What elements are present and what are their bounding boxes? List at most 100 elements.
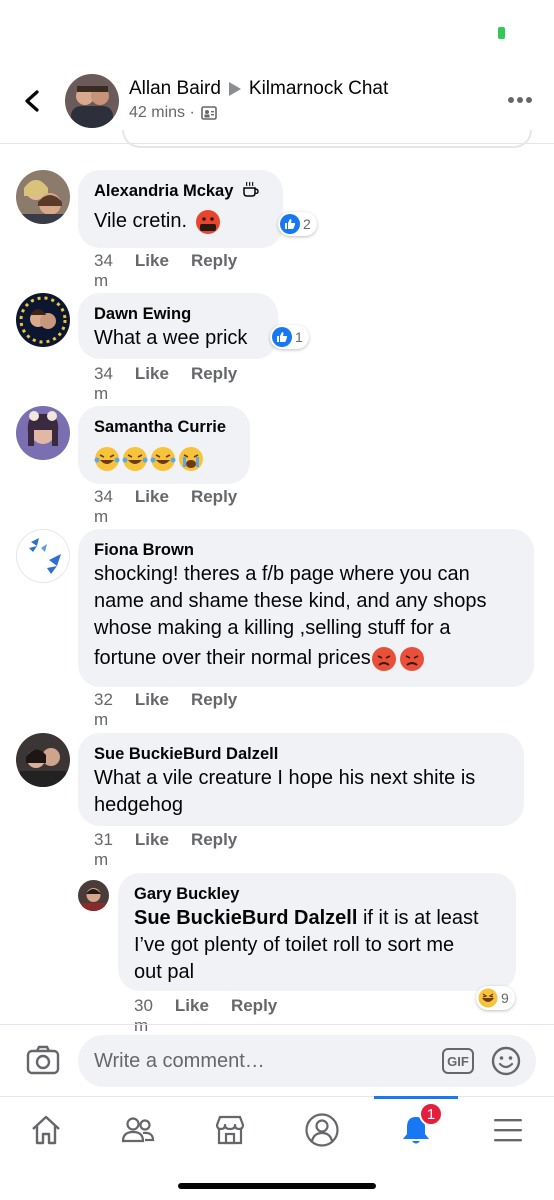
comment-bubble[interactable]: Samantha Currie [78,406,250,484]
commenter-avatar[interactable] [16,293,70,347]
hamburger-menu-icon [494,1119,522,1142]
comment-composer: Write a comment… GIF [0,1024,554,1096]
reaction-count: 9 [501,990,509,1006]
arrow-right-icon [228,82,241,96]
reaction-summary[interactable]: 2 [278,212,317,236]
reaction-summary[interactable]: 1 [270,325,309,349]
comment-actions: 32 m Like Reply [94,690,237,730]
haha-reaction-icon [478,988,498,1008]
laughing-tears-emoji-icon [94,447,120,471]
commenter-avatar[interactable] [16,529,70,583]
tab-profile[interactable] [297,1105,347,1155]
comment-text-line: Sue BuckieBurd Dalzell if it is at least [134,905,500,932]
like-button[interactable]: Like [135,487,169,527]
like-button[interactable]: Like [135,830,169,870]
coffee-badge-icon [243,181,259,197]
status-bar [0,0,554,60]
laughing-tears-emoji-icon [150,447,176,471]
active-tab-indicator [374,1096,458,1099]
more-options-button[interactable] [508,90,538,110]
author-name[interactable]: Allan Baird [129,78,221,100]
reply-button[interactable]: Reply [191,690,237,730]
laughing-tears-emoji-icon [122,447,148,471]
commenter-name[interactable]: Samantha Currie [94,416,234,438]
commenter-avatar[interactable] [16,170,70,224]
chevron-left-icon [25,90,39,112]
camera-button[interactable] [26,1045,60,1075]
reaction-summary[interactable]: 9 [476,986,515,1010]
comment-text-line: fortune over their normal prices [94,647,371,669]
commenter-avatar[interactable] [78,880,109,911]
camera-icon [26,1045,60,1075]
post-title: Allan Baird Kilmarnock Chat [129,78,388,100]
like-reaction-icon [272,327,292,347]
comment-text: What a wee prick [94,327,248,349]
emoji-text [94,446,234,472]
reply-button[interactable]: Reply [191,487,237,527]
emoji-button[interactable] [490,1045,522,1077]
reply-button[interactable]: Reply [191,830,237,870]
commenter-name[interactable]: Alexandria Mckay [94,182,233,200]
reaction-count: 1 [295,329,303,345]
profile-icon [305,1113,339,1147]
like-button[interactable]: Like [135,690,169,730]
angry-face-emoji-icon [399,646,424,671]
group-name[interactable]: Kilmarnock Chat [249,78,388,100]
comment-time: 32 m [94,690,113,729]
comment-text-line: shocking! theres a f/b page where you ca… [94,563,470,585]
comment-bubble[interactable]: Gary Buckley Sue BuckieBurd Dalzell if i… [118,873,516,991]
home-indicator [178,1183,376,1189]
comment-bubble[interactable]: Fiona Brown shocking! theres a f/b page … [78,529,534,687]
bottom-tab-bar: 1 [0,1096,554,1200]
groups-icon [121,1117,155,1143]
comment-text-line: I’ve got plenty of toilet roll to sort m… [134,934,455,956]
comment-time: 31 m [94,830,113,869]
gif-button[interactable]: GIF [442,1048,474,1074]
comment-time: 34 m [94,487,113,526]
comment-text-segment: if it is at least [357,907,479,929]
comment-bubble[interactable]: Sue BuckieBurd Dalzell What a vile creat… [78,733,524,826]
marketplace-icon [215,1115,245,1145]
commenter-name[interactable]: Fiona Brown [94,539,518,561]
comment-text-line: name and shame these kind, and any shops [94,590,487,612]
mentioned-user-link[interactable]: Sue BuckieBurd Dalzell [134,907,357,929]
reaction-count: 2 [303,216,311,232]
tab-groups[interactable] [113,1105,163,1155]
like-button[interactable]: Like [135,364,169,404]
tab-marketplace[interactable] [205,1105,255,1155]
comment-input-placeholder: Write a comment… [94,1049,265,1072]
cursing-face-emoji-icon [196,209,221,234]
commenter-name[interactable]: Dawn Ewing [94,303,262,325]
comment-time: 34 m [94,251,113,290]
home-icon [32,1115,60,1145]
reply-button[interactable]: Reply [191,251,237,291]
comment-actions: 31 m Like Reply [94,830,237,870]
comment-text-line: What a vile creature I hope his next shi… [94,767,476,789]
comment-text-line: hedgehog [94,794,183,816]
comment-time: 34 m [94,364,113,403]
comment-text-line: out pal [134,961,195,983]
like-button[interactable]: Like [135,251,169,291]
smiley-icon [491,1046,521,1076]
post-time: 42 mins · [129,104,195,121]
commenter-avatar[interactable] [16,733,70,787]
comment-actions: 34 m Like Reply [94,487,237,527]
group-privacy-icon [200,106,217,120]
more-horizontal-icon [508,97,514,103]
commenter-avatar[interactable] [16,406,70,460]
back-button[interactable] [18,86,48,116]
reply-button[interactable]: Reply [191,364,237,404]
like-reaction-icon [280,214,300,234]
commenter-name[interactable]: Sue BuckieBurd Dalzell [94,743,508,765]
notification-badge: 1 [419,1102,443,1126]
author-avatar[interactable] [65,74,119,128]
comment-text: Vile cretin. [94,210,188,232]
tab-menu[interactable] [483,1105,533,1155]
previous-comment-edge [122,130,532,148]
comment-text-line: whose making a killing ,selling stuff fo… [94,617,451,639]
commenter-name[interactable]: Gary Buckley [134,883,500,905]
crying-face-emoji-icon [179,447,203,471]
tab-home[interactable] [21,1105,71,1155]
comment-bubble[interactable]: Dawn Ewing What a wee prick [78,293,278,359]
comment-bubble[interactable]: Alexandria Mckay Vile cretin. [78,170,283,248]
